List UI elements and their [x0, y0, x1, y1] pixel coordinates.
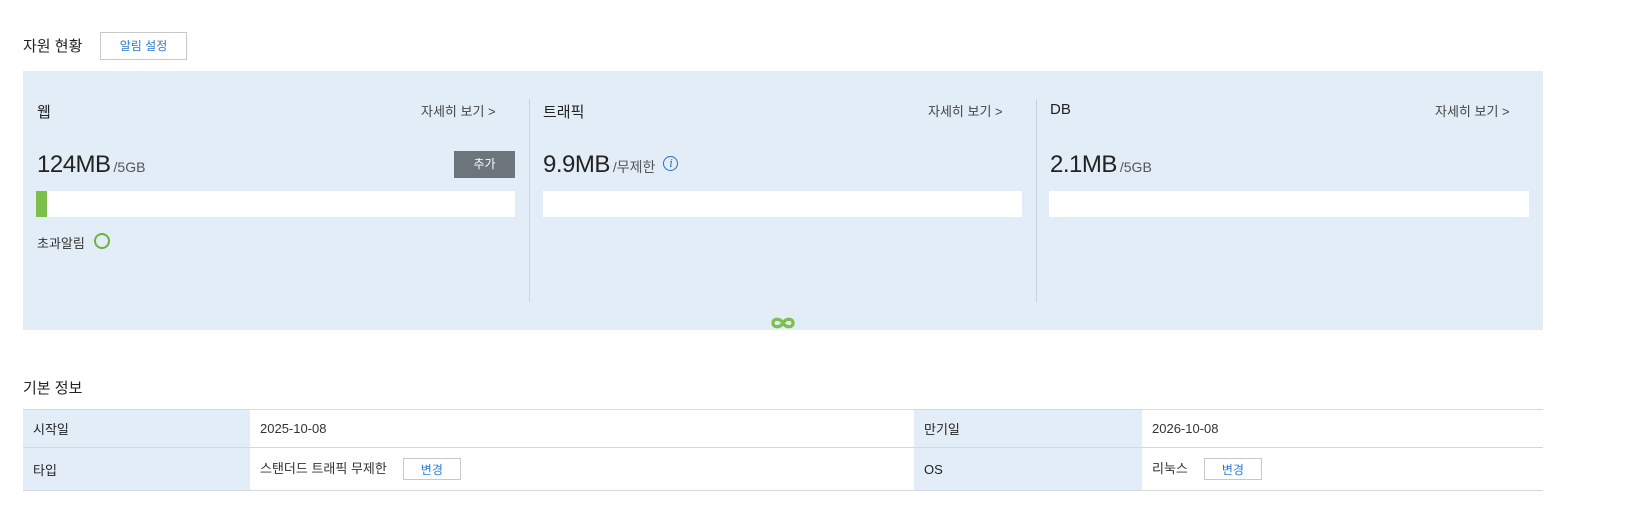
- table-row: 시작일 2025-10-08 만기일 2026-10-08: [23, 409, 1543, 448]
- web-detail-link[interactable]: 자세히 보기 >: [421, 101, 496, 120]
- db-usage: 2.1MB/5GB: [1050, 151, 1152, 179]
- web-add-button[interactable]: 추가: [454, 151, 515, 178]
- db-usage-limit: /5GB: [1119, 159, 1152, 175]
- traffic-card: 트래픽 자세히 보기 > 9.9MB/무제한 i: [530, 71, 1036, 330]
- traffic-title: 트래픽: [543, 104, 585, 121]
- traffic-usage-value: 9.9MB: [543, 151, 610, 178]
- web-card: 웹 자세히 보기 > 124MB/5GB 추가 초과알림: [23, 71, 529, 330]
- start-date-label: 시작일: [23, 409, 250, 448]
- db-card: DB 자세히 보기 > 2.1MB/5GB: [1037, 71, 1543, 330]
- alert-settings-button[interactable]: 알림 설정: [100, 32, 187, 60]
- db-detail-link[interactable]: 자세히 보기 >: [1435, 101, 1510, 120]
- web-title: 웹: [37, 104, 51, 121]
- basic-info-title: 기본 정보: [23, 380, 83, 397]
- traffic-usage: 9.9MB/무제한 i: [543, 151, 679, 179]
- change-os-button[interactable]: 변경: [1203, 458, 1262, 481]
- resource-section-title: 자원 현황: [23, 38, 83, 55]
- web-usage-value: 124MB: [37, 151, 111, 178]
- web-usage: 124MB/5GB: [37, 151, 145, 179]
- web-usage-limit: /5GB: [113, 159, 146, 175]
- basic-info-table: 시작일 2025-10-08 만기일 2026-10-08 타입 스탠더드 트래…: [23, 409, 1543, 491]
- start-date-value: 2025-10-08: [250, 409, 914, 448]
- type-label: 타입: [23, 447, 250, 491]
- expiry-date-value: 2026-10-08: [1142, 409, 1543, 448]
- traffic-usage-limit: /무제한: [612, 159, 656, 175]
- os-label: OS: [914, 447, 1142, 491]
- infinity-icon: [771, 317, 795, 329]
- info-icon[interactable]: i: [663, 156, 679, 172]
- web-usage-bar: [36, 191, 515, 217]
- type-cell: 스탠더드 트래픽 무제한 변경: [250, 447, 914, 491]
- traffic-detail-link[interactable]: 자세히 보기 >: [928, 101, 1003, 120]
- change-type-button[interactable]: 변경: [402, 458, 461, 481]
- db-title: DB: [1050, 101, 1071, 118]
- db-usage-value: 2.1MB: [1050, 151, 1117, 178]
- os-value: 리눅스: [1152, 460, 1188, 476]
- web-alert-label: 초과알림: [37, 236, 85, 251]
- web-usage-bar-fill: [36, 191, 47, 217]
- expiry-date-label: 만기일: [914, 409, 1142, 448]
- table-row: 타입 스탠더드 트래픽 무제한 변경 OS 리눅스 변경: [23, 447, 1543, 491]
- type-value: 스탠더드 트래픽 무제한: [260, 460, 387, 476]
- status-ok-circle-icon[interactable]: [94, 233, 110, 249]
- os-cell: 리눅스 변경: [1142, 447, 1543, 491]
- db-usage-bar: [1049, 191, 1529, 217]
- traffic-usage-bar: [543, 191, 1022, 329]
- resource-panel: 웹 자세히 보기 > 124MB/5GB 추가 초과알림 트래픽 자세히 보기 …: [23, 71, 1543, 330]
